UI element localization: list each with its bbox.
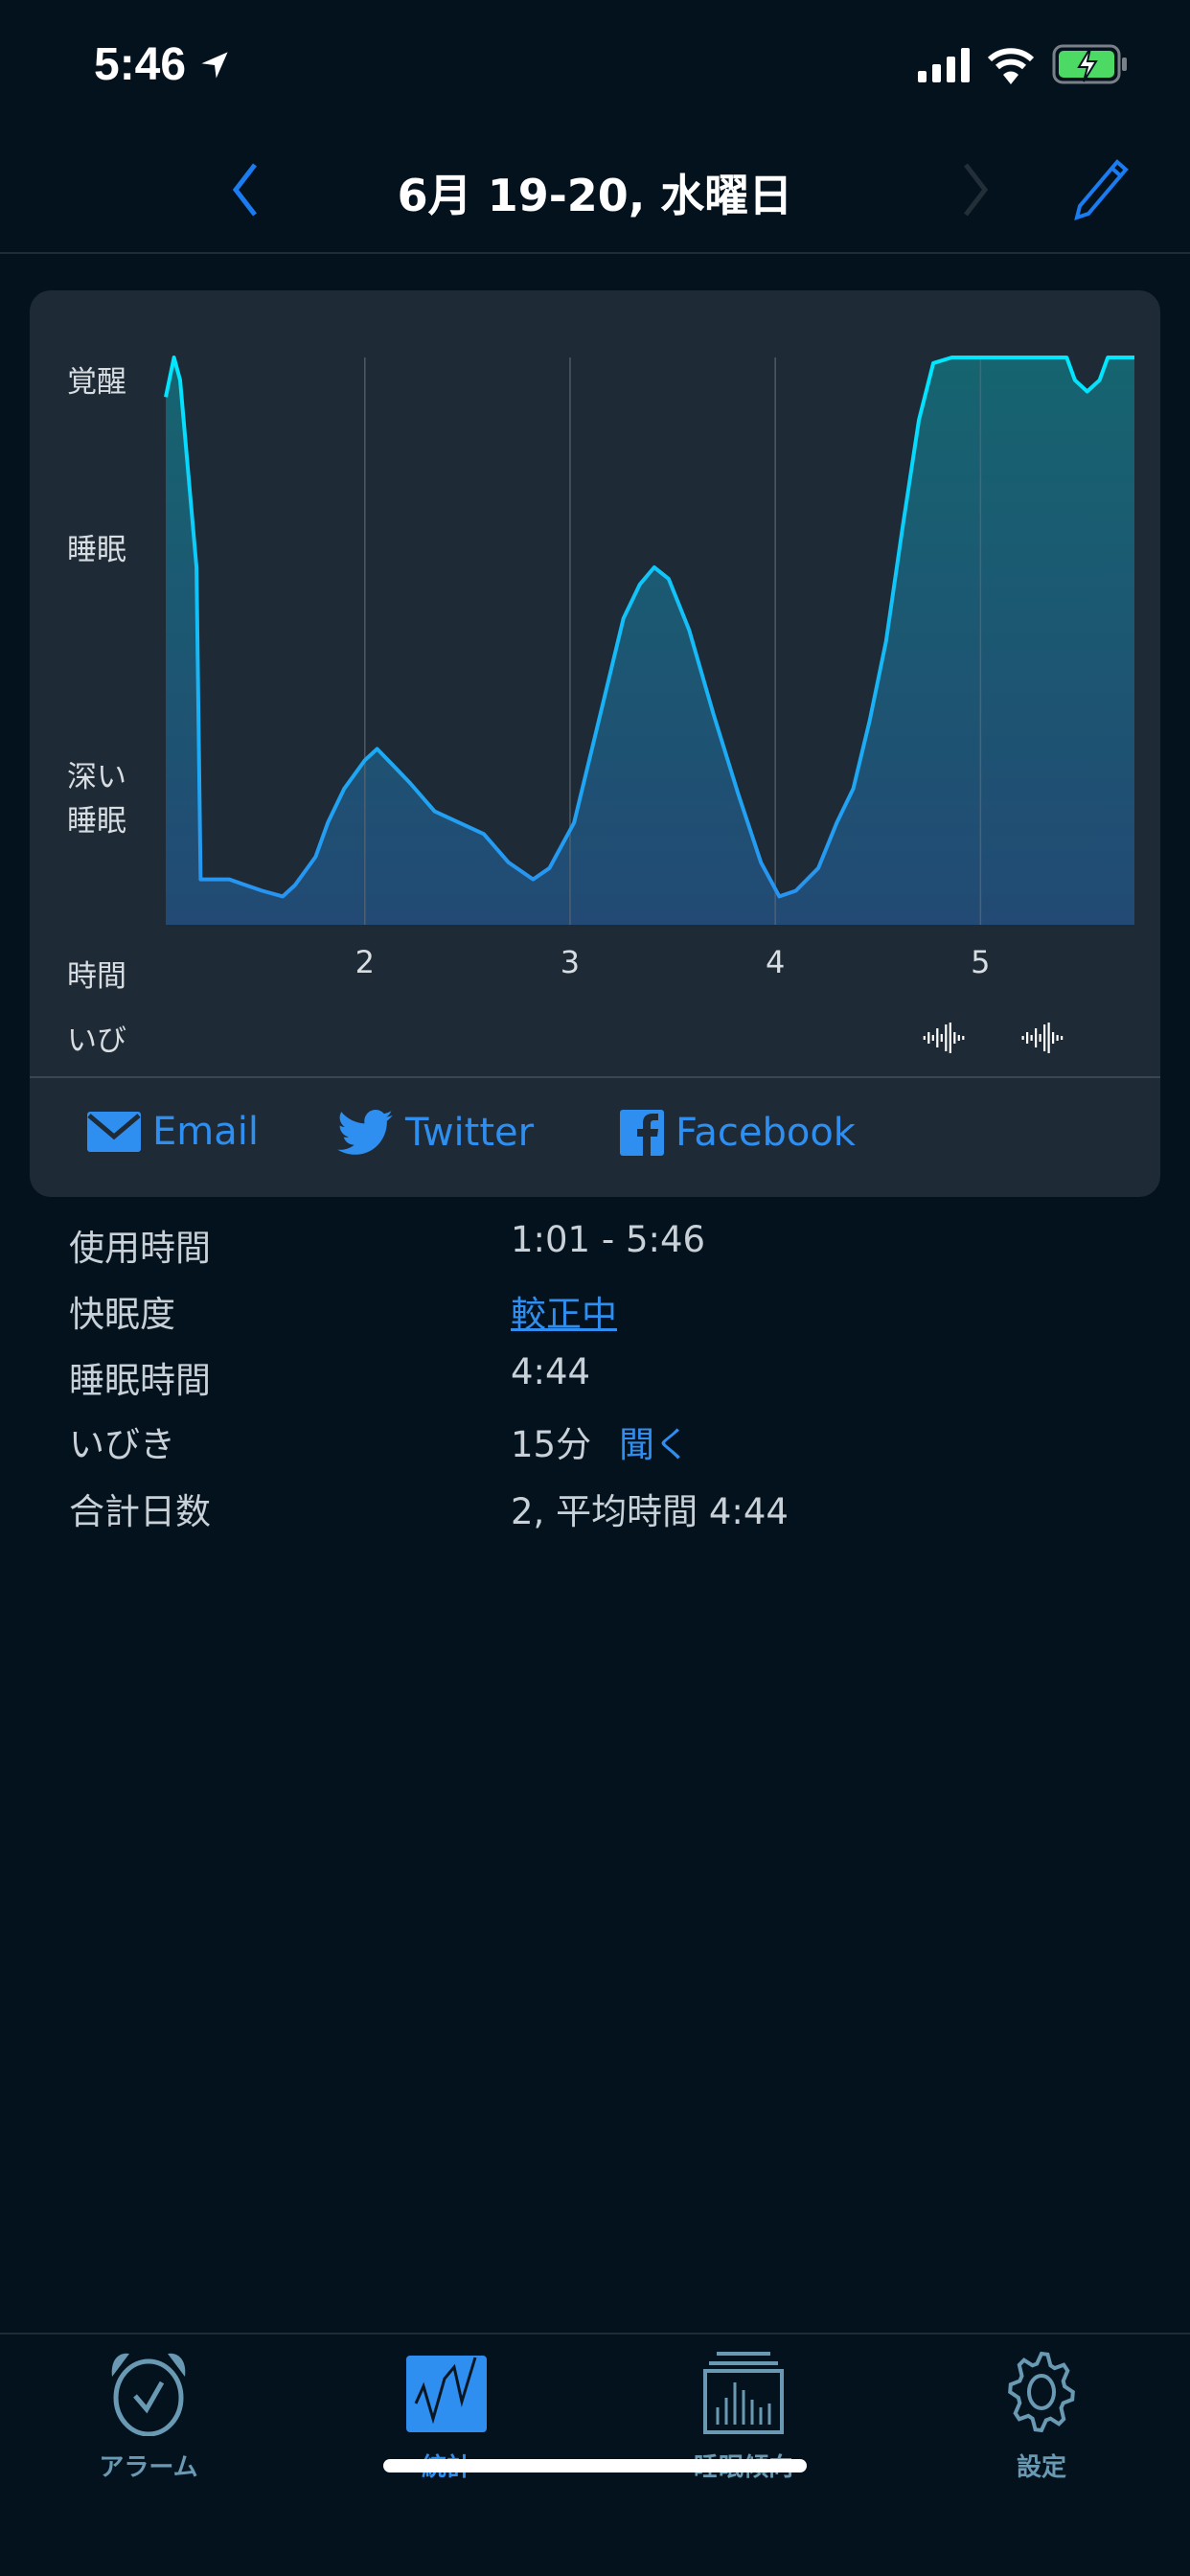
share-facebook-button[interactable]: Facebook xyxy=(620,1110,856,1156)
battery-charging-icon xyxy=(1052,44,1127,84)
home-indicator xyxy=(383,2459,807,2472)
stat-value-usage-time: 1:01 - 5:46 xyxy=(511,1219,706,1260)
tab-settings[interactable]: 設定 xyxy=(946,2348,1137,2483)
wifi-icon xyxy=(987,48,1035,84)
sleep-chart: 2 3 4 5 xyxy=(164,356,1134,1053)
alarm-clock-icon xyxy=(111,2353,186,2437)
x-tick-label: 4 xyxy=(766,944,785,980)
stat-label-usage-time: 使用時間 xyxy=(69,1228,211,1269)
share-facebook-label: Facebook xyxy=(675,1111,856,1155)
x-tick-label: 3 xyxy=(561,944,580,980)
sleep-chart-card: 覚醒 睡眠 深い 睡眠 時間 いび 2345 Email Twitter Fac… xyxy=(30,290,1160,1197)
stat-value-sleep-time: 4:44 xyxy=(511,1351,591,1392)
sleep-area-fill xyxy=(166,357,1134,925)
x-tick-label: 5 xyxy=(971,944,990,980)
listen-snoring-link[interactable]: 聞く xyxy=(619,1415,690,1467)
sleep-quality-link[interactable]: 較正中 xyxy=(511,1285,617,1337)
stat-label-sleep-time: 睡眠時間 xyxy=(69,1360,211,1401)
gear-icon xyxy=(1008,2351,1075,2433)
x-tick-label: 2 xyxy=(355,944,375,980)
page-title: 6月 19-20, 水曜日 xyxy=(397,170,793,221)
tabbar-divider xyxy=(0,2333,1190,2334)
stat-value-total-days: 2, 平均時間 4:44 xyxy=(511,1491,789,1532)
share-email-label: Email xyxy=(152,1110,259,1154)
card-divider xyxy=(30,1076,1160,1078)
share-email-button[interactable]: Email xyxy=(87,1110,259,1154)
status-time: 5:46 xyxy=(94,38,231,91)
header-divider xyxy=(0,252,1190,254)
tab-settings-label: 設定 xyxy=(1016,2453,1066,2482)
forward-button[interactable] xyxy=(956,161,995,218)
stat-label-total-days: 合計日数 xyxy=(69,1491,211,1532)
tab-alarm-label: アラーム xyxy=(99,2453,198,2482)
edit-button[interactable] xyxy=(1073,158,1131,221)
share-twitter-label: Twitter xyxy=(405,1111,535,1155)
snore-wave-icon xyxy=(1021,1023,1064,1053)
share-twitter-button[interactable]: Twitter xyxy=(336,1110,534,1156)
tab-alarm[interactable]: アラーム xyxy=(53,2348,244,2483)
signal-icon xyxy=(918,48,970,82)
sleep-trend-icon xyxy=(703,2352,784,2434)
stat-value-snoring: 15分 xyxy=(511,1424,592,1465)
stat-label-sleep-quality: 快眠度 xyxy=(69,1294,175,1335)
location-arrow-icon xyxy=(201,52,229,79)
twitter-icon xyxy=(337,1110,393,1155)
email-icon xyxy=(87,1112,141,1152)
facebook-icon xyxy=(620,1110,664,1156)
stat-label-snoring: いびき xyxy=(69,1424,175,1465)
stats-chart-icon xyxy=(406,2356,487,2432)
snore-wave-icon xyxy=(923,1023,965,1053)
